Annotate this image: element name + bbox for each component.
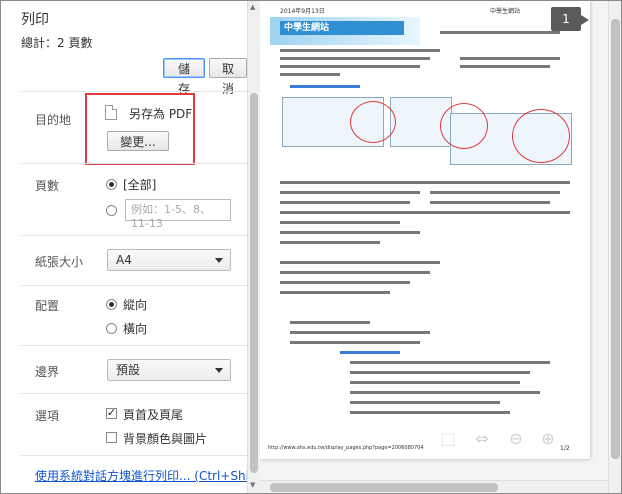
destination-highlight [85,93,195,165]
system-dialog-link[interactable]: 使用系統對話方塊進行列印... (Ctrl+Shift+P) [35,467,247,484]
divider [21,455,247,456]
settings-panel: 列印 總計：2 頁數 儲存 取消 目的地 另存為 PDF 變更... 頁數 [全… [1,1,247,493]
change-destination-button[interactable]: 變更... [107,131,169,151]
pages-custom-radio[interactable] [106,205,117,216]
settings-scrollbar[interactable]: ▲ ▼ [247,1,260,493]
divider [21,285,247,286]
print-dialog: 列印 總計：2 頁數 儲存 取消 目的地 另存為 PDF 變更... 頁數 [全… [0,0,622,494]
settings-scroll-thumb[interactable] [250,93,258,473]
margins-label: 邊界 [35,365,60,379]
preview-scroll-thumb[interactable] [611,19,620,459]
page-annotation [440,103,488,149]
pages-label: 頁數 [35,179,60,193]
background-graphics-checkbox[interactable] [106,432,117,443]
page-count-summary: 總計：2 頁數 [21,36,93,50]
fit-to-page-icon[interactable]: ⬚ [438,429,458,449]
headers-footers-checkbox[interactable] [106,406,117,419]
pages-range-input[interactable]: 例如：1-5、8、11-13 [125,199,231,230]
page-header-date: 2014年9月13日 [280,8,325,15]
landscape-label: 橫向 [123,322,148,336]
background-graphics-label: 背景顏色與圖片 [123,432,208,446]
divider [21,345,247,346]
pages-all-label: [全部] [123,178,157,192]
site-logo: 中學生網站 [280,21,404,35]
zoom-out-icon[interactable]: ⊖ [506,429,526,449]
page-annotation [512,109,570,163]
margins-value: 預設 [116,363,141,377]
divider [21,91,247,92]
destination-label: 目的地 [35,113,72,127]
print-preview: 2014年9月13日 中學生網站 中學生網站 http://www.ahs.ed… [260,1,608,493]
fit-width-icon[interactable]: ⇔ [472,429,492,449]
chevron-down-icon [215,368,223,373]
page-footer-url: http://www.ahs.edu.tw/display_pages.php?… [268,445,424,451]
save-button[interactable]: 儲存 [163,58,205,96]
divider [21,235,247,236]
page-annotation [350,101,396,143]
horizontal-scroll-thumb[interactable] [270,483,498,492]
divider [21,163,247,164]
dialog-title: 列印 [21,12,49,28]
page-heading [290,85,360,88]
scroll-down-arrow-icon[interactable]: ▼ [250,481,255,489]
pages-all-radio[interactable] [106,179,117,190]
destination-printer: 另存為 PDF [129,107,193,121]
page-heading [340,351,400,354]
page-number-indicator: 1 [551,7,589,31]
options-label: 選項 [35,409,60,423]
zoom-in-icon[interactable]: ⊕ [538,429,558,449]
scroll-up-arrow-icon[interactable]: ▲ [250,3,255,11]
margins-select[interactable]: 預設 [107,359,231,381]
preview-scrollbar[interactable] [608,1,621,493]
paper-size-value: A4 [116,253,132,267]
paper-size-label: 紙張大小 [35,255,84,269]
page-header-site: 中學生網站 [490,8,521,15]
divider [21,393,247,394]
paper-size-select[interactable]: A4 [107,249,231,271]
cancel-button[interactable]: 取消 [209,58,247,96]
portrait-label: 縱向 [123,298,148,312]
pdf-file-icon [105,105,117,120]
chevron-down-icon [215,258,223,263]
portrait-radio[interactable] [106,299,117,310]
preview-page: 2014年9月13日 中學生網站 中學生網站 http://www.ahs.ed… [260,1,590,459]
page-footer-number: 1/2 [560,445,570,452]
layout-label: 配置 [35,299,60,313]
landscape-radio[interactable] [106,323,117,334]
headers-footers-label: 頁首及頁尾 [123,408,184,422]
preview-horizontal-scrollbar[interactable] [260,480,608,493]
